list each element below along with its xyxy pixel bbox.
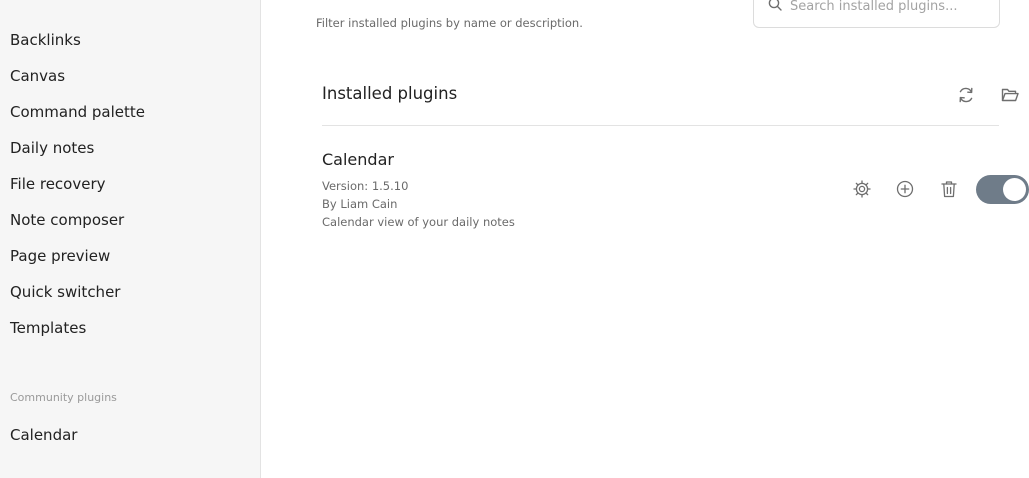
plugin-version: Version: 1.5.10 (322, 179, 409, 193)
section-divider (322, 125, 999, 126)
sidebar-item-command-palette[interactable]: Command palette (10, 101, 145, 123)
settings-sidebar: Backlinks Canvas Command palette Daily n… (0, 0, 261, 478)
sidebar-item-canvas[interactable]: Canvas (10, 65, 65, 87)
sidebar-heading-community-plugins: Community plugins (10, 391, 117, 404)
gear-icon[interactable] (851, 178, 873, 200)
plugin-author: By Liam Cain (322, 197, 398, 211)
sidebar-item-quick-switcher[interactable]: Quick switcher (10, 281, 120, 303)
plugin-enable-toggle[interactable] (976, 175, 1029, 204)
trash-icon[interactable] (938, 178, 960, 200)
reload-icon[interactable] (955, 84, 977, 106)
sidebar-item-calendar[interactable]: Calendar (10, 424, 77, 446)
plus-circle-icon[interactable] (894, 178, 916, 200)
search-input[interactable] (790, 0, 990, 17)
toggle-knob (1003, 178, 1026, 201)
section-title-installed-plugins: Installed plugins (322, 84, 458, 103)
sidebar-item-file-recovery[interactable]: File recovery (10, 173, 106, 195)
sidebar-item-backlinks[interactable]: Backlinks (10, 29, 81, 51)
plugin-description: Calendar view of your daily notes (322, 215, 515, 229)
search-icon (768, 0, 782, 11)
search-box[interactable] (753, 0, 1000, 28)
settings-content: Filter installed plugins by name or desc… (262, 0, 1029, 478)
plugin-name: Calendar (322, 150, 394, 169)
filter-description: Filter installed plugins by name or desc… (316, 16, 583, 30)
settings-window: Backlinks Canvas Command palette Daily n… (0, 0, 1029, 478)
sidebar-item-templates[interactable]: Templates (10, 317, 86, 339)
sidebar-item-daily-notes[interactable]: Daily notes (10, 137, 94, 159)
folder-icon[interactable] (999, 84, 1021, 106)
sidebar-item-note-composer[interactable]: Note composer (10, 209, 124, 231)
sidebar-item-page-preview[interactable]: Page preview (10, 245, 110, 267)
